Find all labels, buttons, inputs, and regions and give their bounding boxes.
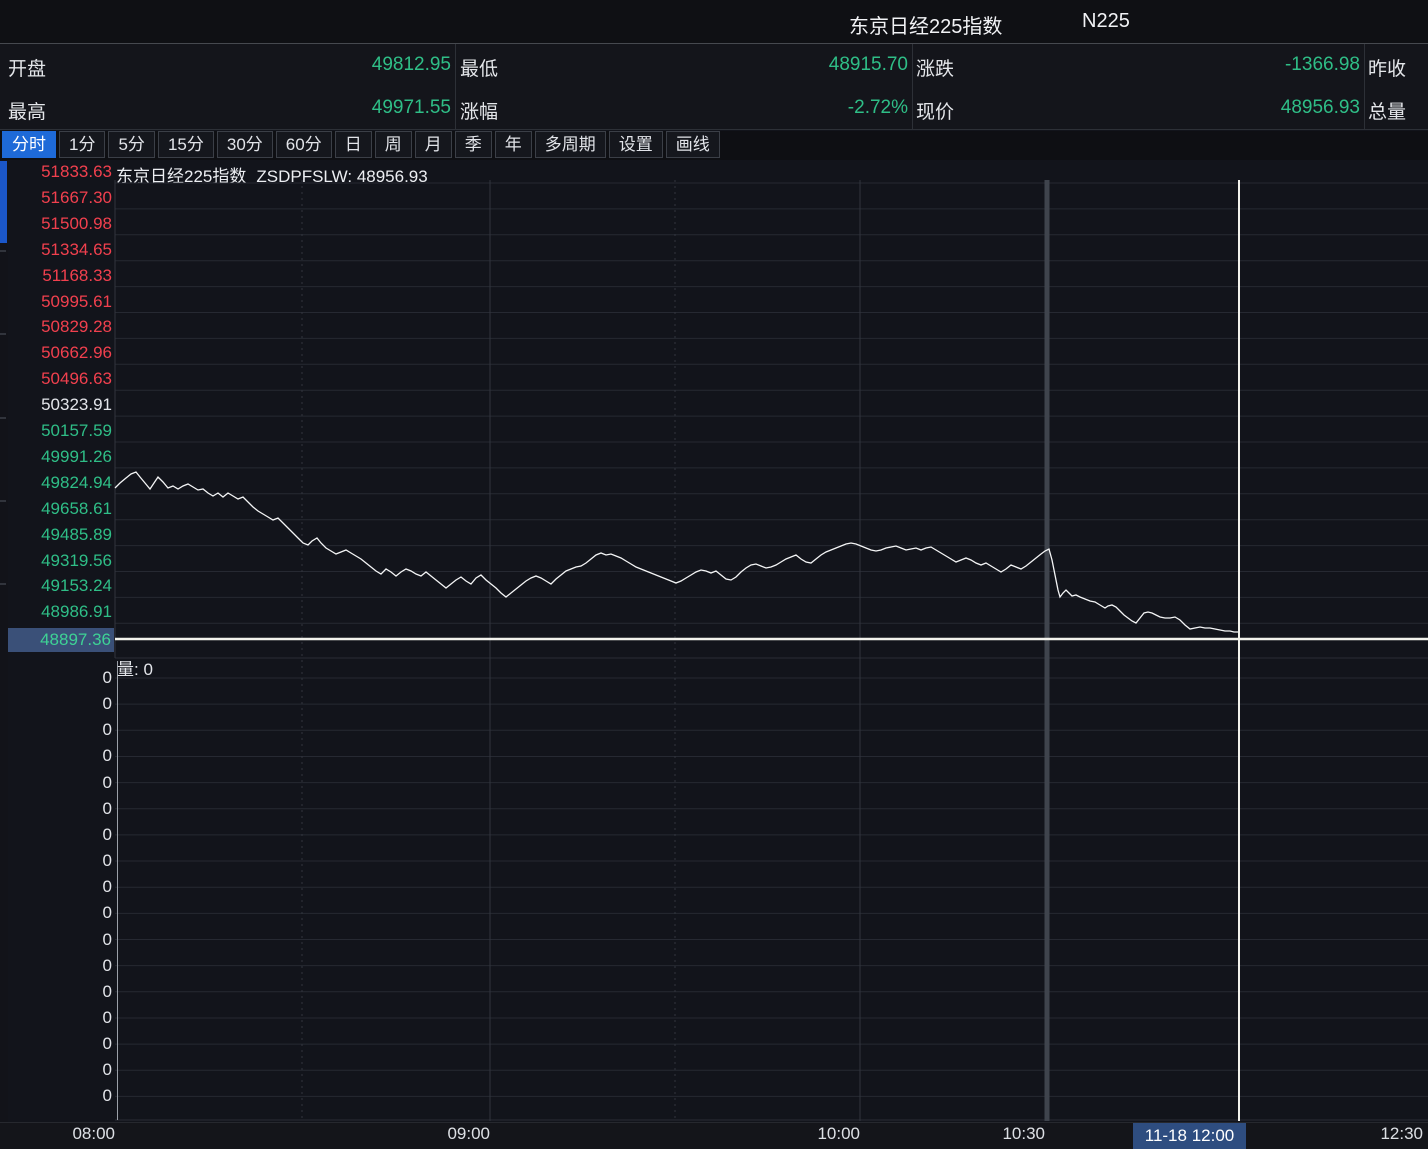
tab-5分[interactable]: 5分 xyxy=(108,131,154,158)
price-tick-50496.63: 50496.63 xyxy=(0,368,112,390)
period-tab-bar: 分时1分5分15分30分60分日周月季年多周期设置画线 xyxy=(0,131,1428,160)
volume-tick-5: 0 xyxy=(0,798,112,820)
stat-value-最低: 48915.70 xyxy=(500,54,908,76)
tab-日[interactable]: 日 xyxy=(335,131,372,158)
quote-stats-bar: 开盘49812.95 最低48915.70 涨跌-1366.98 昨收最高49971.… xyxy=(0,43,1428,130)
price-tick-49319.56: 49319.56 xyxy=(0,550,112,572)
volume-tick-9: 0 xyxy=(0,902,112,924)
volume-tick-16: 0 xyxy=(0,1085,112,1107)
tab-分时[interactable]: 分时 xyxy=(2,131,56,158)
stat-value-最高: 49971.55 xyxy=(48,97,451,119)
tab-15分[interactable]: 15分 xyxy=(158,131,214,158)
stat-label-现价: 现价 xyxy=(916,97,954,124)
tab-60分[interactable]: 60分 xyxy=(276,131,332,158)
price-tick-51833.63: 51833.63 xyxy=(0,161,112,183)
scrollbar-tick-1 xyxy=(0,333,6,335)
tab-1分[interactable]: 1分 xyxy=(59,131,105,158)
stat-value-现价: 48956.93 xyxy=(956,97,1360,119)
volume-tick-0: 0 xyxy=(0,667,112,689)
crosshair-time-label: 11-18 12:00 xyxy=(1133,1123,1246,1149)
volume-tick-7: 0 xyxy=(0,850,112,872)
chart-region[interactable]: 东京日经225指数ZSDPFSLW: 48956.93 51833.635166… xyxy=(0,160,1428,1149)
price-tick-50995.61: 50995.61 xyxy=(0,291,112,313)
volume-tick-8: 0 xyxy=(0,876,112,898)
stat-label-总量: 总量 xyxy=(1368,97,1406,124)
volume-tick-10: 0 xyxy=(0,929,112,951)
stat-label-涨幅: 涨幅 xyxy=(460,97,498,124)
tab-季[interactable]: 季 xyxy=(455,131,492,158)
time-tick-09:00: 09:00 xyxy=(360,1124,490,1144)
volume-tick-13: 0 xyxy=(0,1007,112,1029)
price-tick-49658.61: 49658.61 xyxy=(0,498,112,520)
scrollbar-tick-3 xyxy=(0,500,6,502)
price-tick-49153.24: 49153.24 xyxy=(0,575,112,597)
scrollbar-thumb[interactable] xyxy=(0,161,7,243)
time-tick-08:00: 08:00 xyxy=(0,1124,115,1144)
instrument-symbol: N225 xyxy=(1082,10,1130,33)
trading-app-window: 东京日经225指数 N225 开盘49812.95 最低48915.70 涨跌-13… xyxy=(0,0,1428,1149)
time-tick-10:00: 10:00 xyxy=(730,1124,860,1144)
volume-tick-4: 0 xyxy=(0,772,112,794)
instrument-title: 东京日经225指数 xyxy=(849,10,1002,39)
stat-label-涨跌: 涨跌 xyxy=(916,54,954,81)
stat-label-最高: 最高 xyxy=(8,97,46,124)
tab-多周期[interactable]: 多周期 xyxy=(535,131,606,158)
tab-年[interactable]: 年 xyxy=(495,131,532,158)
volume-tick-11: 0 xyxy=(0,955,112,977)
price-tick-51334.65: 51334.65 xyxy=(0,239,112,261)
volume-tick-3: 0 xyxy=(0,745,112,767)
stat-value-涨幅: -2.72% xyxy=(500,97,908,119)
stats-separator-1 xyxy=(912,44,913,130)
stat-value-开盘: 49812.95 xyxy=(48,54,451,76)
volume-tick-12: 0 xyxy=(0,981,112,1003)
price-tick-51500.98: 51500.98 xyxy=(0,213,112,235)
time-tick-10:30: 10:30 xyxy=(915,1124,1045,1144)
tab-设置[interactable]: 设置 xyxy=(609,131,663,158)
volume-tick-1: 0 xyxy=(0,693,112,715)
scrollbar-tick-2 xyxy=(0,417,6,419)
volume-tick-6: 0 xyxy=(0,824,112,846)
price-tick-50662.96: 50662.96 xyxy=(0,342,112,364)
price-tick-50323.91: 50323.91 xyxy=(0,394,112,416)
price-tick-51168.33: 51168.33 xyxy=(0,265,112,287)
stats-separator-2 xyxy=(1364,44,1365,130)
price-tick-49824.94: 49824.94 xyxy=(0,472,112,494)
stat-label-最低: 最低 xyxy=(460,54,498,81)
volume-header-label: 量: 0 xyxy=(117,655,153,680)
stat-label-开盘: 开盘 xyxy=(8,54,46,81)
tab-周[interactable]: 周 xyxy=(375,131,412,158)
price-tick-50157.59: 50157.59 xyxy=(0,420,112,442)
scrollbar-tick-0 xyxy=(0,250,6,252)
tab-30分[interactable]: 30分 xyxy=(217,131,273,158)
price-chart-plot[interactable] xyxy=(0,160,1428,1149)
volume-tick-2: 0 xyxy=(0,719,112,741)
time-tick-12:30: 12:30 xyxy=(1293,1124,1423,1144)
price-tick-49991.26: 49991.26 xyxy=(0,446,112,468)
left-scrollbar[interactable] xyxy=(0,160,8,1122)
scrollbar-tick-4 xyxy=(0,583,6,585)
stat-label-昨收: 昨收 xyxy=(1368,54,1406,81)
price-line xyxy=(115,472,1238,632)
price-tick-48986.91: 48986.91 xyxy=(0,601,112,623)
volume-tick-15: 0 xyxy=(0,1059,112,1081)
time-axis: 11-18 12:00 08:00 09:00 10:00 10:30 12:30 xyxy=(0,1122,1428,1149)
stat-value-涨跌: -1366.98 xyxy=(956,54,1360,76)
title-bar: 东京日经225指数 N225 xyxy=(0,0,1428,43)
crosshair-price-label: 48897.36 xyxy=(0,628,114,652)
price-tick-49485.89: 49485.89 xyxy=(0,524,112,546)
price-tick-51667.30: 51667.30 xyxy=(0,187,112,209)
price-tick-50829.28: 50829.28 xyxy=(0,316,112,338)
tab-画线[interactable]: 画线 xyxy=(666,131,720,158)
stats-separator-0 xyxy=(455,44,456,130)
volume-tick-14: 0 xyxy=(0,1033,112,1055)
tab-月[interactable]: 月 xyxy=(415,131,452,158)
